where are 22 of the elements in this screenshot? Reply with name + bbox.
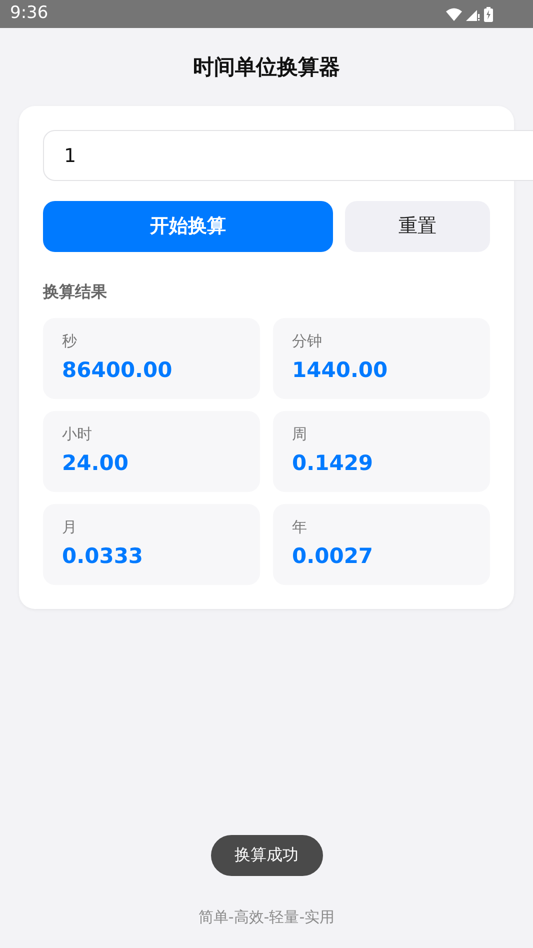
unit-label: 年 [292, 517, 308, 538]
unit-value: 0.0027 [292, 542, 374, 570]
reset-button[interactable]: 重置 [345, 201, 490, 252]
number-input-field[interactable]: 1 [43, 130, 533, 181]
unit-value: 24.00 [62, 450, 130, 476]
results-heading: 换算结果 [43, 281, 108, 303]
wifi-icon [446, 8, 462, 20]
unit-label: 秒 [62, 331, 78, 352]
unit-label: 周 [292, 424, 308, 445]
footer-text: 简单-高效-轻量-实用 [197, 906, 336, 928]
unit-label: 分钟 [292, 331, 323, 352]
status-time: 9:36 [10, 2, 48, 26]
toast-message: 换算成功 [210, 834, 322, 876]
convert-button[interactable]: 开始换算 [43, 201, 333, 252]
unit-label: 月 [62, 517, 78, 538]
battery-icon [484, 6, 493, 22]
unit-value: 86400.00 [62, 356, 174, 384]
unit-value: 0.0333 [62, 542, 144, 570]
app-title: 时间单位换算器 [192, 54, 341, 81]
unit-value: 0.1429 [292, 450, 374, 476]
unit-value: 1440.00 [292, 356, 389, 384]
unit-label: 小时 [62, 424, 93, 445]
